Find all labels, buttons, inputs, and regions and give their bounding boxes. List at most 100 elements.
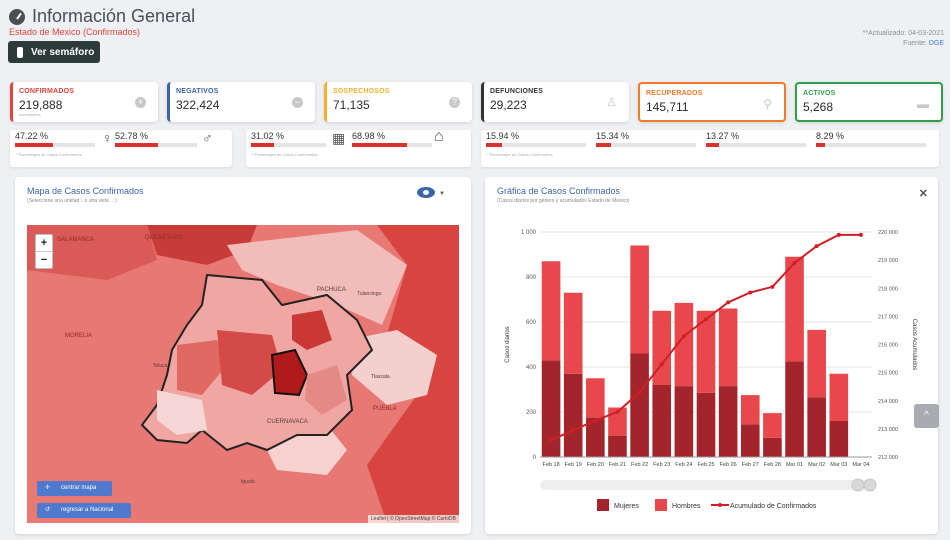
x-tick-label: Mar 03	[830, 462, 847, 468]
minus-circle-icon: −	[292, 97, 303, 108]
y2-tick-label: 217 000	[878, 314, 898, 320]
y2-tick-label: 215 000	[878, 371, 898, 377]
page-header: Información General Estado de Mexico (Co…	[0, 0, 950, 78]
person-icon: ♙	[606, 95, 617, 109]
legend-label: Acumulado de Confirmados	[730, 503, 817, 510]
card-activos[interactable]: ACTIVOS 5,268 ▬	[795, 82, 943, 122]
female-percent: 47.22 %	[15, 131, 49, 141]
y-tick-label: 400	[526, 365, 537, 371]
map-place-label: Iguala	[241, 479, 255, 485]
eye-icon[interactable]	[417, 187, 435, 198]
chart-panel: Gráfica de Casos Confirmados (Casos diar…	[485, 177, 938, 534]
y2-tick-label: 216 000	[878, 343, 898, 349]
right-bar	[352, 143, 432, 147]
ver-semaforo-button[interactable]: Ver semáforo	[8, 41, 100, 63]
bar-mujeres	[630, 353, 649, 457]
card-negativos[interactable]: NEGATIVOS 322,424 −	[167, 82, 315, 122]
card-defunciones[interactable]: DEFUNCIONES 29,223 ♙	[481, 82, 629, 122]
card-value: 5,268	[803, 100, 834, 114]
source-label: Fuente:	[903, 40, 927, 47]
x-tick-label: Feb 21	[609, 462, 626, 468]
bar-hombres	[740, 395, 760, 425]
bar-mujeres	[807, 397, 826, 457]
line-point	[681, 334, 686, 339]
map-panel: Mapa de Casos Confirmados (Seleccione un…	[15, 177, 471, 534]
card-label: ACTIVOS	[803, 90, 836, 97]
source-link[interactable]: DGE	[929, 40, 944, 47]
line-point	[571, 428, 576, 433]
legend-swatch	[655, 499, 667, 511]
bar-mujeres	[652, 385, 672, 457]
page-title: Información General	[32, 6, 196, 26]
card-label: NEGATIVOS	[176, 88, 219, 95]
bar-mujeres	[785, 361, 804, 457]
x-tick-label: Feb 24	[675, 462, 692, 468]
y-axis-title: Casos diarios	[505, 326, 511, 362]
map-place-label: PACHUCA	[317, 287, 346, 293]
bar-hombres	[763, 413, 782, 438]
legend-label: Mujeres	[614, 503, 639, 510]
female-bar	[15, 143, 95, 147]
card-label: SOSPECHOSOS	[333, 88, 390, 95]
male-percent: 52.78 %	[115, 131, 149, 141]
card-value: 71,135	[333, 98, 370, 112]
map-place-label: QUERÉTARO	[145, 234, 183, 241]
bar-mujeres	[696, 392, 716, 457]
line-point	[593, 418, 598, 423]
y2-tick-label: 218 000	[878, 286, 898, 292]
y-tick-label: 0	[533, 455, 537, 461]
left-percent: 31.02 %	[251, 131, 285, 141]
map-title: Mapa de Casos Confirmados	[27, 186, 144, 196]
y2-tick-label: 220 000	[878, 230, 898, 236]
line-point	[814, 244, 819, 249]
stats-note: * Porcentajes de Casos Confirmados	[252, 152, 318, 157]
chevron-down-icon[interactable]: ▼	[439, 191, 445, 197]
map-place-label: Tlaxcala	[371, 374, 390, 380]
zoom-in-button[interactable]: +	[36, 235, 52, 251]
y-tick-label: 200	[526, 410, 537, 416]
ver-semaforo-label: Ver semáforo	[31, 46, 95, 58]
card-sospechosos[interactable]: SOSPECHOSOS 71,135 ?	[324, 82, 472, 122]
range-slider-handle	[851, 478, 865, 492]
page-subtitle: Estado de Mexico (Confirmados)	[9, 27, 141, 37]
plus-circle-icon: +	[135, 97, 146, 108]
x-tick-label: Mar 02	[808, 462, 825, 468]
x-tick-label: Mar 01	[786, 462, 803, 468]
legend-label: Hombres	[672, 503, 701, 510]
x-tick-label: Feb 25	[697, 462, 714, 468]
card-confirmados[interactable]: CONFIRMADOS 219,888 acumulados +	[10, 82, 158, 122]
line-point	[659, 362, 664, 367]
zoom-out-button[interactable]: −	[36, 251, 52, 268]
card-label: RECUPERADOS	[646, 90, 703, 97]
x-tick-label: Feb 20	[587, 462, 604, 468]
x-tick-label: Feb 23	[653, 462, 670, 468]
comorbidity-3-bar	[706, 143, 806, 147]
bed-icon: ▬	[917, 97, 929, 111]
comorbidity-1-bar	[486, 143, 586, 147]
line-point	[792, 260, 797, 265]
card-value: 145,711	[646, 100, 689, 114]
x-tick-label: Feb 19	[565, 462, 582, 468]
undo-icon: ↺	[45, 507, 51, 513]
card-recuperados[interactable]: RECUPERADOS 145,711 ⚲	[638, 82, 786, 122]
map-view[interactable]: SALAMANCA QUERÉTARO MORELIA PACHUCA Tula…	[27, 225, 459, 523]
y2-tick-label: 219 000	[878, 258, 898, 264]
map-place-label: Tulancingo	[357, 291, 381, 297]
scroll-to-top-button[interactable]: ^	[914, 404, 939, 428]
bar-hombres	[563, 292, 583, 374]
card-label: CONFIRMADOS	[19, 88, 75, 95]
comorbidity-3-percent: 13.27 %	[706, 131, 740, 141]
line-point	[704, 317, 708, 322]
y-tick-label: 600	[526, 320, 537, 326]
traffic-light-icon	[17, 46, 23, 58]
y2-axis-title: Casos Acumulados	[911, 319, 917, 370]
line-point	[770, 284, 775, 289]
bar-hombres	[807, 329, 826, 398]
map-place-label: MORELIA	[65, 333, 92, 339]
card-caption: acumulados	[19, 112, 41, 117]
return-national-button[interactable]: ↺ regresar a Nacional	[37, 503, 131, 518]
map-attribution[interactable]: Leaflet | © OpenStreetMap © CartoDB	[367, 515, 459, 523]
comorbidity-2-bar	[596, 143, 696, 147]
map-subtitle: (Seleccione una unidad ↓ o una vista →)	[27, 198, 117, 204]
center-map-button[interactable]: ✛ centrar mapa	[37, 481, 112, 496]
